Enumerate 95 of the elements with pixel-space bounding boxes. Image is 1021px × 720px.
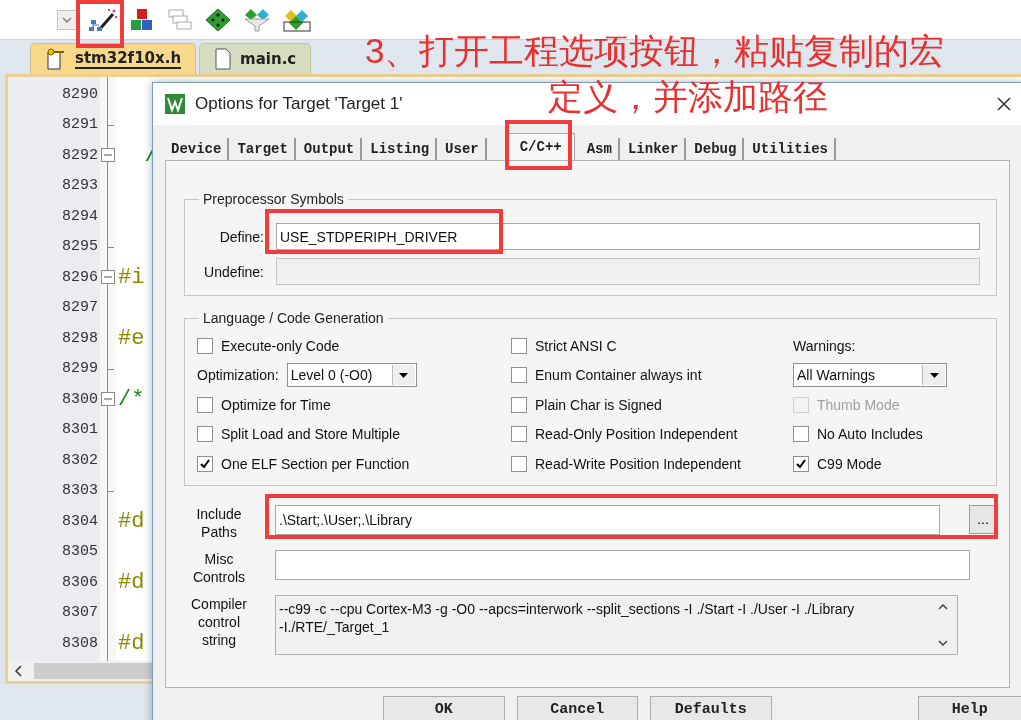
checkbox-label: Read-Write Position Independent	[535, 455, 741, 472]
line-number: 8293	[62, 177, 98, 195]
line-number: 8307	[62, 604, 98, 622]
field-label: Misc Controls	[191, 549, 247, 586]
file-tab[interactable]: stm32f10x.h	[30, 43, 197, 74]
field-label: Undefine:	[203, 263, 264, 280]
line-number: 8291	[62, 116, 98, 134]
scroll-up-icon[interactable]	[938, 603, 948, 610]
window-title: Options for Target 'Target 1'	[195, 94, 403, 114]
checkbox[interactable]	[511, 396, 527, 413]
checkbox[interactable]	[197, 455, 213, 472]
file-icon	[214, 48, 233, 70]
dropdown-arrow-icon	[929, 372, 939, 378]
checkbox-label: Split Load and Store Multiple	[221, 426, 400, 443]
line-number: 8305	[62, 543, 98, 561]
line-number: 8299	[62, 360, 98, 378]
code-text: #d	[117, 569, 145, 595]
code-text: #d	[117, 508, 145, 534]
group-title: Preprocessor Symbols	[202, 191, 345, 207]
input-field[interactable]: USE_STDPERIPH_DRIVER	[276, 223, 980, 250]
line-number: 8298	[62, 329, 98, 347]
code-text: #e	[117, 325, 145, 351]
checkbox[interactable]	[197, 337, 213, 354]
line-number: 8301	[62, 421, 98, 439]
code-text: #i	[117, 264, 145, 290]
checkbox-label: Execute-only Code	[221, 337, 340, 354]
line-number: 8290	[62, 85, 98, 103]
dropdown[interactable]: Level 0 (-O0)	[286, 363, 417, 388]
browse-button[interactable]: ...	[969, 504, 997, 534]
header-file-icon	[45, 48, 67, 70]
dialog-button[interactable]: Help	[917, 696, 1021, 720]
dropdown-button[interactable]	[57, 9, 77, 30]
line-number: 8296	[62, 268, 98, 286]
field-label: Compiler control string	[190, 594, 248, 649]
windows-icon[interactable]	[167, 7, 193, 32]
line-number: 8297	[62, 299, 98, 317]
scroll-down-icon[interactable]	[938, 639, 948, 646]
checkbox-label: C99 Mode	[817, 455, 882, 472]
line-number: 8308	[62, 634, 98, 652]
checkbox[interactable]	[511, 337, 527, 354]
highlight-frame	[76, 0, 124, 48]
checkbox-label: Read-Only Position Independent	[535, 426, 738, 443]
warnings-label: Warnings:	[793, 337, 856, 354]
checkbox-label: Thumb Mode	[817, 396, 900, 413]
checkbox[interactable]	[511, 455, 527, 472]
group-title: Language / Code Generation	[202, 310, 385, 326]
checkbox-label: Plain Char is Signed	[535, 396, 662, 413]
app-icon	[165, 94, 185, 114]
annotation-text: 定义，并添加路径	[548, 76, 828, 118]
blocks-icon[interactable]	[129, 7, 155, 32]
dialog-button[interactable]: OK	[383, 696, 505, 720]
line-number: 8306	[62, 573, 98, 591]
checkbox-label: No Auto Includes	[817, 426, 923, 443]
field-label: Include Paths	[195, 504, 243, 541]
scrollbar-thumb[interactable]	[34, 663, 152, 679]
code-text: /*	[117, 386, 145, 412]
dropdown-arrow-icon	[399, 372, 409, 378]
close-icon[interactable]	[996, 96, 1012, 112]
checkbox[interactable]	[511, 426, 527, 443]
input-field[interactable]	[275, 549, 970, 580]
line-number: 8304	[62, 512, 98, 530]
annotation-text: 3、打开工程选项按钮，粘贴复制的宏	[365, 30, 945, 72]
checkbox[interactable]	[197, 396, 213, 413]
checkbox-label: One ELF Section per Function	[221, 455, 410, 472]
collapse-icon[interactable]	[101, 392, 115, 406]
code-text: #d	[117, 630, 145, 656]
collapse-icon[interactable]	[101, 270, 115, 284]
dialog-button[interactable]: Defaults	[650, 696, 772, 720]
chevron-icon	[62, 16, 72, 23]
checkbox-label: Optimize for Time	[221, 396, 331, 413]
line-number: 8294	[62, 207, 98, 225]
magic-wand-icon[interactable]	[89, 7, 117, 32]
diamond-icon[interactable]	[205, 7, 231, 32]
line-number: 8295	[62, 238, 98, 256]
line-number: 8300	[62, 390, 98, 408]
checkbox[interactable]	[793, 455, 809, 472]
checkbox-label: Strict ANSI C	[535, 337, 617, 354]
checkbox-label: Enum Container always int	[535, 367, 702, 384]
line-number: 8302	[62, 451, 98, 469]
dropdown[interactable]: All Warnings	[793, 363, 947, 388]
package-icon[interactable]	[283, 7, 311, 32]
field-label: Define:	[218, 228, 264, 245]
text-area[interactable]: --c99 -c --cpu Cortex-M3 -g -O0 --apcs=interwork --split_sections -I ./Start -I ./User -I ./Library -I./RTE/_Target_1	[275, 594, 958, 655]
checkbox[interactable]	[197, 426, 213, 443]
checkbox[interactable]	[793, 426, 809, 443]
line-number: 8303	[62, 482, 98, 500]
checkbox[interactable]	[511, 367, 527, 384]
line-number: 8292	[62, 146, 98, 164]
select-label: Optimization:	[197, 367, 279, 384]
collapse-icon[interactable]	[101, 148, 115, 162]
highlight-frame	[505, 120, 572, 170]
dialog-button[interactable]: Cancel	[516, 696, 639, 720]
file-tab[interactable]: main.c	[199, 43, 312, 74]
funnel-icon[interactable]	[243, 7, 271, 32]
input-field[interactable]: .\Start;.\User;.\Library	[275, 504, 940, 535]
